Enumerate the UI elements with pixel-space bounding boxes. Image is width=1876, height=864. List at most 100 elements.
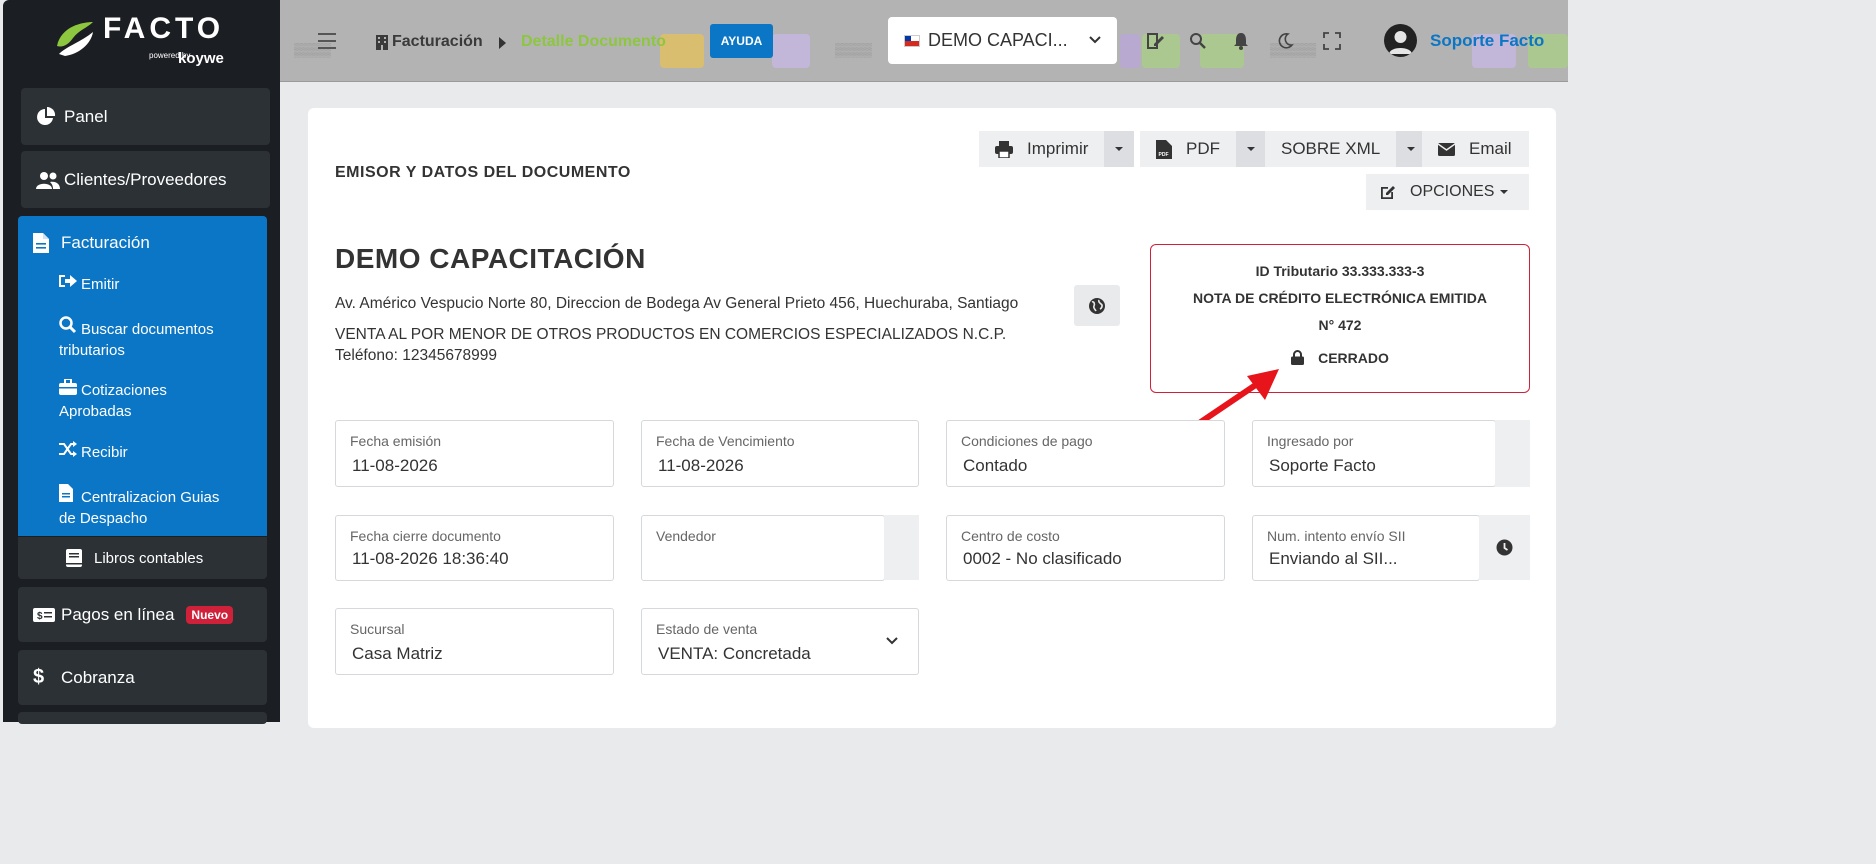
fullscreen-icon[interactable]: [1323, 32, 1341, 50]
centro-costo-field[interactable]: Centro de costo 0002 - No clasificado: [946, 515, 1225, 581]
email-button-group: Email: [1422, 131, 1529, 167]
field-label: Fecha cierre documento: [350, 528, 501, 544]
print-button[interactable]: Imprimir: [979, 131, 1105, 167]
field-value: 11-08-2026: [352, 456, 438, 475]
field-value: 11-08-2026 18:36:40: [352, 549, 509, 568]
bell-icon[interactable]: [1232, 32, 1250, 50]
new-badge: Nuevo: [186, 605, 234, 624]
print-button-label: Imprimir: [1027, 139, 1089, 158]
money-icon: $: [33, 607, 61, 622]
facto-logo[interactable]: FACTO powered by koywe: [53, 12, 243, 70]
sucursal-field[interactable]: Sucursal Casa Matriz: [335, 608, 614, 675]
xml-button[interactable]: SOBRE XML: [1265, 131, 1397, 167]
blurred-text: ▒▒▒▒: [835, 42, 872, 57]
field-value: 11-08-2026: [658, 456, 744, 475]
sidebar-subitem-emitir[interactable]: Emitir: [59, 273, 259, 295]
field-value: Contado: [963, 456, 1028, 475]
fecha-emision-field[interactable]: Fecha emisión 11-08-2026: [335, 420, 614, 487]
options-dropdown-button[interactable]: OPCIONES: [1366, 174, 1529, 210]
search-icon: [59, 316, 81, 340]
sidebar-item-pagos[interactable]: $ Pagos en línea Nuevo: [18, 587, 267, 642]
print-dropdown-caret[interactable]: [1104, 131, 1135, 167]
breadcrumb-separator-icon: [499, 37, 506, 49]
moon-icon[interactable]: [1276, 32, 1294, 50]
top-bar: ▒▒▒▒ ▒▒▒▒ ▒▒▒▒▒ Facturación Detalle Docu…: [280, 0, 1568, 82]
fecha-vencimiento-field[interactable]: Fecha de Vencimiento 11-08-2026: [641, 420, 919, 487]
svg-text:PDF: PDF: [1159, 152, 1169, 158]
sidebar-item-label: Cobranza: [61, 667, 135, 687]
sidebar-item-next[interactable]: [18, 712, 267, 724]
dollar-icon: $: [33, 666, 45, 688]
document-type: NOTA DE CRÉDITO ELECTRÓNICA EMITIDA: [1193, 290, 1487, 306]
blurred-block: [1120, 34, 1140, 68]
blurred-block: [660, 34, 704, 68]
sidebar-item-label: Pagos en línea: [61, 604, 175, 624]
lock-icon: [1291, 350, 1305, 365]
pdf-file-icon: PDF: [1156, 139, 1172, 159]
print-button-group: Imprimir: [979, 131, 1135, 167]
ingresado-por-addon: [1495, 420, 1530, 487]
intento-envio-field[interactable]: Num. intento envío SII Enviando al SII..…: [1252, 515, 1480, 581]
fecha-cierre-field[interactable]: Fecha cierre documento 11-08-2026 18:36:…: [335, 515, 614, 581]
hamburger-icon[interactable]: [318, 33, 336, 54]
sidebar-item-panel[interactable]: Panel: [21, 88, 270, 145]
sidebar-subitem-cotizaciones[interactable]: Cotizaciones Aprobadas: [59, 378, 259, 422]
ingresado-por-field[interactable]: Ingresado por Soporte Facto: [1252, 420, 1496, 487]
globe-icon: [1089, 297, 1105, 314]
company-selector[interactable]: DEMO CAPACI...: [888, 17, 1117, 64]
sidebar-subitem-buscar[interactable]: Buscar documentos tributarios: [59, 316, 259, 361]
tax-id: ID Tributario 33.333.333-3: [1255, 263, 1425, 279]
search-icon[interactable]: [1189, 32, 1207, 50]
sidebar-subitem-label: Emitir: [81, 276, 120, 293]
chevron-down-icon: [886, 637, 898, 645]
field-label: Centro de costo: [961, 528, 1060, 544]
clock-icon: [1496, 539, 1513, 556]
user-name[interactable]: Soporte Facto: [1430, 31, 1544, 51]
field-value: 0002 - No clasificado: [963, 549, 1122, 568]
help-button[interactable]: AYUDA: [710, 24, 773, 58]
edit-document-icon[interactable]: [1146, 32, 1164, 50]
logo-wordmark: FACTO: [103, 12, 225, 45]
pie-chart-icon: [36, 106, 64, 127]
pdf-dropdown-caret[interactable]: [1236, 131, 1266, 167]
sidebar-subitem-label-2: de Despacho: [59, 510, 148, 527]
sidebar-subitem-label: Buscar documentos: [81, 321, 214, 338]
map-button[interactable]: [1074, 285, 1120, 326]
book-icon: [66, 549, 94, 567]
estado-venta-select[interactable]: Estado de venta VENTA: Concretada: [641, 608, 919, 675]
sidebar-item-cobranza[interactable]: $ Cobranza: [18, 650, 267, 705]
svg-text:$: $: [37, 611, 43, 622]
email-button[interactable]: Email: [1422, 131, 1529, 167]
sidebar-subitem-recibir[interactable]: Recibir: [59, 441, 259, 463]
history-button[interactable]: [1479, 515, 1530, 580]
options-label: OPCIONES: [1410, 183, 1495, 200]
sidebar-item-clientes[interactable]: Clientes/Proveedores: [21, 151, 270, 208]
field-value: VENTA: Concretada: [658, 644, 811, 663]
caret-down-icon: [1500, 190, 1509, 194]
vendedor-field[interactable]: Vendedor: [641, 515, 885, 581]
company-address: Av. Américo Vespucio Norte 80, Direccion…: [335, 295, 1019, 312]
field-label: Fecha de Vencimiento: [656, 433, 795, 449]
company-selector-value: DEMO CAPACI...: [928, 30, 1068, 50]
briefcase-icon: [59, 378, 81, 401]
breadcrumb-root[interactable]: Facturación: [392, 33, 483, 51]
company-activity: VENTA AL POR MENOR DE OTROS PRODUCTOS EN…: [335, 326, 1007, 343]
sidebar-item-facturacion[interactable]: Facturación: [18, 216, 267, 270]
sidebar-subitem-centralizacion[interactable]: Centralizacion Guias de Despacho: [59, 484, 259, 529]
breadcrumb-current: Detalle Documento: [521, 33, 666, 50]
field-value: Enviando al SII...: [1269, 549, 1398, 568]
pdf-button[interactable]: PDF PDF: [1140, 131, 1236, 167]
document-number: N° 472: [1318, 317, 1362, 333]
file-icon: [33, 233, 61, 253]
sidebar-item-label: Facturación: [61, 233, 150, 252]
pdf-button-label: PDF: [1186, 139, 1220, 158]
sidebar-subitem-label: Recibir: [81, 444, 128, 461]
printer-icon: [995, 140, 1013, 158]
logo-koywe: koywe: [178, 50, 224, 67]
condiciones-pago-field[interactable]: Condiciones de pago Contado: [946, 420, 1225, 487]
field-label: Vendedor: [656, 528, 716, 544]
field-label: Condiciones de pago: [961, 433, 1093, 449]
avatar[interactable]: [1384, 24, 1417, 57]
facto-leaf-icon: [57, 22, 93, 56]
sidebar-item-libros[interactable]: Libros contables: [18, 537, 267, 579]
